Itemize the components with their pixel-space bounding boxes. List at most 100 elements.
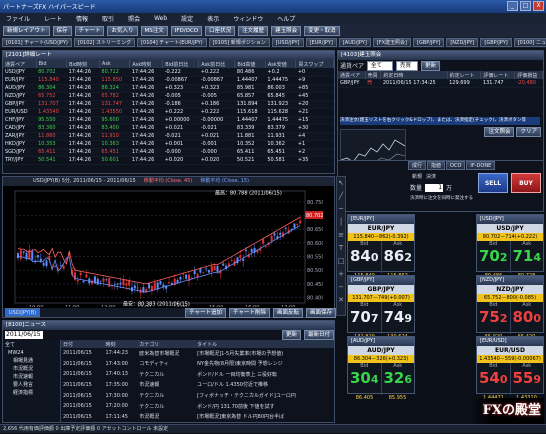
- table-row[interactable]: 2011/06/15 17:43:00 コモディティ NY金先物(8月限)東京時間 予…: [61, 359, 334, 370]
- favorites-button[interactable]: お気入り: [107, 25, 138, 36]
- tab-eurjpy[interactable]: [EUR/JPY]: [305, 38, 337, 47]
- table-row[interactable]: 2011/06/15 17:30:00 テクニカル [フィボナッチ・テクニカルガイド]…: [61, 390, 334, 401]
- table-row[interactable]: ZAR/JPY 11.860 17:44:26 11.910 17:44:26 -0.02…: [3, 132, 334, 141]
- table-row[interactable]: SGD/JPY 65.411 17:44:26 65.451 17:44:26 -0.00…: [3, 148, 334, 157]
- table-row[interactable]: CAD/JPY 83.360 17:44:26 83.400 17:44:26 +0.02…: [3, 124, 334, 133]
- tab-new-position[interactable]: [0105] 新規ポジション: [208, 38, 270, 47]
- position-inquiry-button[interactable]: 建玉照会: [271, 25, 302, 36]
- clear-button[interactable]: クリア: [516, 127, 541, 137]
- cursor-icon[interactable]: ↖: [337, 177, 345, 190]
- fib-tool-icon[interactable]: ≡: [337, 229, 345, 242]
- invert-button[interactable]: 画面反転: [272, 307, 303, 318]
- chart-button[interactable]: チャート: [74, 25, 105, 36]
- tab-news[interactable]: [0100] ニュース: [513, 38, 546, 47]
- board-bid-button[interactable]: Bid 707: [348, 302, 381, 334]
- board-bid-button[interactable]: Bid 840: [348, 241, 381, 273]
- table-row[interactable]: 2011/06/15 17:11:45 市況概況 [市場概況]東京為替 ドル円80円台…: [61, 411, 334, 422]
- news-refresh-button[interactable]: 更新: [281, 330, 301, 340]
- simultaneous-check[interactable]: 決済時に注文を同時に発注する: [410, 195, 473, 201]
- sell-button[interactable]: SELL: [478, 173, 508, 193]
- table-row[interactable]: 2011/06/15 17:20:00 テクニカル ポンド/円 131.70前後 下値…: [61, 401, 334, 412]
- tab-usdjpy[interactable]: [USD/JPY]: [271, 38, 304, 47]
- menu-window[interactable]: ウィンドウ: [233, 14, 263, 23]
- pair-filter-select[interactable]: 全て: [367, 60, 394, 71]
- tab-chart-usdjpy[interactable]: [0101] チャート(USD/JPY): [2, 38, 72, 47]
- maximize-button[interactable]: □: [520, 1, 531, 11]
- board-ask-button[interactable]: Ask 559: [509, 363, 544, 395]
- table-row[interactable]: CHF/JPY 95.550 17:44:26 95.600 17:44:26 +0.00…: [3, 116, 334, 125]
- menu-web[interactable]: Web: [154, 15, 167, 22]
- board-ask-button[interactable]: Ask 714: [509, 241, 544, 273]
- buy-button[interactable]: BUY: [511, 173, 541, 193]
- tree-mw24[interactable]: MW24: [5, 349, 58, 357]
- tab-fx-positions[interactable]: [FX建玉照会]: [372, 38, 411, 47]
- news-date-input[interactable]: 2011/06/15: [5, 331, 43, 339]
- table-row[interactable]: 2011/06/15 17:44:23 欧米為替市場概況 [市場概況]1-5月失業率(…: [61, 348, 334, 359]
- delete-chart-button[interactable]: チャート削除: [229, 307, 270, 318]
- modify-cancel-button[interactable]: 変更・取消: [304, 25, 340, 36]
- board-ask-button[interactable]: Ask 749: [380, 302, 415, 334]
- table-row[interactable]: 2011/06/15 17:40:13 テクニカル ポンド/ドル 一目均衡表上 三役好…: [61, 369, 334, 380]
- tab-oco[interactable]: OCO: [446, 161, 466, 170]
- new-layout-button[interactable]: 新規レイアウト: [3, 25, 50, 36]
- minimize-button[interactable]: _: [507, 1, 518, 11]
- close-button[interactable]: X: [533, 1, 544, 11]
- tab-ifdone[interactable]: IF-DONE: [466, 161, 496, 170]
- vline-tool-icon[interactable]: │: [337, 216, 345, 229]
- ms-order-button[interactable]: MS注文: [140, 25, 168, 36]
- add-chart-button[interactable]: チャート追加: [185, 307, 227, 318]
- opt-new[interactable]: 新規: [412, 173, 422, 180]
- table-row[interactable]: HKD/JPY 10.353 17:44:26 10.363 17:44:26 +0.00…: [3, 140, 334, 149]
- line-tool-icon[interactable]: ╱: [337, 190, 345, 203]
- order-history-button[interactable]: 注文履歴: [238, 25, 269, 36]
- chart-tab-usdjpy[interactable]: USD/JPY(B): [5, 308, 41, 317]
- tab-gbpjpy-2[interactable]: [GBP/JPY]: [480, 38, 512, 47]
- menu-help[interactable]: ヘルプ: [277, 14, 295, 23]
- text-tool-icon[interactable]: T: [337, 242, 345, 255]
- hline-tool-icon[interactable]: ─: [337, 203, 345, 216]
- tree-flash[interactable]: 市況速報: [5, 373, 58, 381]
- tab-gbpjpy[interactable]: [GBP/JPY]: [413, 38, 445, 47]
- menu-view[interactable]: 表示: [207, 14, 219, 23]
- zoom-out-icon[interactable]: −: [337, 281, 345, 294]
- tree-summary[interactable]: 市況概況: [5, 365, 58, 373]
- board-bid-button[interactable]: Bid 702: [477, 241, 510, 273]
- board-ask-button[interactable]: Ask 326: [380, 363, 415, 395]
- save-image-button[interactable]: 画面保存: [305, 307, 336, 318]
- table-row[interactable]: USD/JPY 80.702 17:44:26 80.712 17:44:26 -0.22…: [3, 68, 334, 77]
- order-inquiry-button[interactable]: 注文照会: [484, 127, 515, 137]
- tree-all[interactable]: 全て: [5, 341, 58, 349]
- board-bid-button[interactable]: Bid 540: [477, 363, 510, 395]
- delete-tool-icon[interactable]: ✕: [337, 294, 345, 307]
- refresh-button[interactable]: 更新: [421, 60, 441, 71]
- board-bid-button[interactable]: Bid 752: [477, 302, 510, 334]
- table-row[interactable]: GBP/JPY 131.707 17:44:26 131.747 17:44:26 -0.…: [3, 100, 334, 109]
- opt-close[interactable]: 決済: [426, 173, 436, 180]
- tab-market[interactable]: 成行: [408, 161, 427, 170]
- tree-outlook[interactable]: 相場見通: [5, 357, 58, 365]
- candlestick-chart[interactable]: 80.75080.70080.65080.60080.55080.50080.4…: [3, 187, 323, 307]
- tree-indicators[interactable]: 経済指標: [5, 389, 58, 397]
- tab-limit[interactable]: 指値: [427, 161, 446, 170]
- menu-info[interactable]: 情報: [76, 14, 88, 23]
- tree-remarks[interactable]: 要人発言: [5, 381, 58, 389]
- qty-input[interactable]: 1: [425, 183, 444, 192]
- menu-rate[interactable]: レート: [44, 14, 62, 23]
- table-row[interactable]: TRY/JPY 50.541 17:44:26 50.601 17:44:26 +0.02…: [3, 156, 334, 165]
- table-row[interactable]: EUR/USD 1.43540 17:44:26 1.43550 17:44:26 +0.…: [3, 108, 334, 117]
- table-row[interactable]: AUD/JPY 86.304 17:44:26 86.324 17:44:26 +0.32…: [3, 84, 334, 93]
- table-row[interactable]: 2011/06/15 17:35:00 市況速報 ユーロ/ドル 1.4350付近で推移: [61, 380, 334, 391]
- menu-trade[interactable]: 取引: [102, 14, 114, 23]
- tab-nzdjpy[interactable]: [NZD/JPY]: [446, 38, 479, 47]
- news-latest-button[interactable]: 最新日付: [303, 330, 334, 340]
- zoom-in-icon[interactable]: +: [337, 268, 345, 281]
- table-row[interactable]: NZD/JPY 65.752 17:44:26 65.782 17:44:26 -0.00…: [3, 92, 334, 101]
- board-ask-button[interactable]: Ask 862: [380, 241, 415, 273]
- side-filter-select[interactable]: 売買: [396, 60, 419, 71]
- ifd-oco-button[interactable]: IFD/OCO: [170, 25, 203, 36]
- table-row[interactable]: GBP/JPY 売 2011/06/15 17:34:25 129.699 13…: [338, 79, 543, 88]
- menu-inquiry[interactable]: 照会: [128, 14, 140, 23]
- tab-chart-eurjpy[interactable]: [0104] チャート(EUR/JPY): [137, 38, 207, 47]
- menu-file[interactable]: ファイル: [6, 14, 30, 23]
- tab-audjpy[interactable]: [AUD/JPY]: [338, 38, 371, 47]
